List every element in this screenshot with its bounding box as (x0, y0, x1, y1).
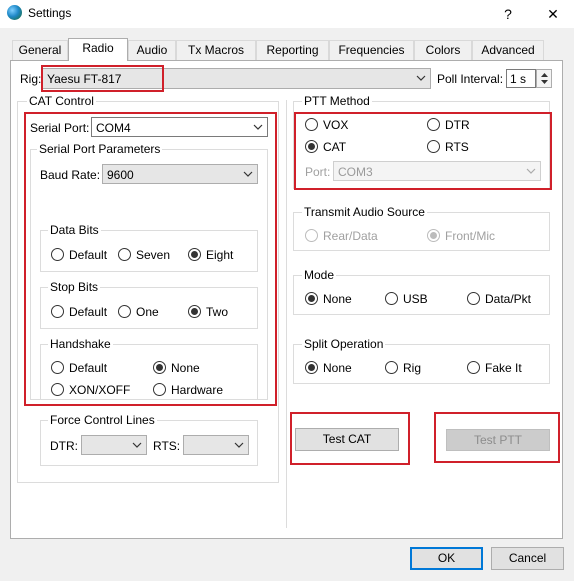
split-fake-it-label: Fake It (485, 361, 522, 375)
cat-control-title: CAT Control (27, 94, 96, 108)
mode-none-label: None (323, 292, 352, 306)
chevron-down-icon (416, 75, 426, 81)
cat-control-highlight-box (24, 112, 277, 406)
tab-advanced[interactable]: Advanced (472, 40, 544, 60)
tx-audio-rear-radio[interactable] (305, 229, 318, 242)
tx-audio-front-label: Front/Mic (445, 229, 496, 243)
tab-reporting[interactable]: Reporting (256, 40, 329, 60)
tab-general[interactable]: General (12, 40, 68, 60)
mode-usb-label: USB (403, 292, 428, 306)
spin-down-icon[interactable] (540, 79, 549, 86)
force-control-title: Force Control Lines (48, 413, 157, 427)
tab-radio[interactable]: Radio (68, 38, 128, 61)
dtr-select[interactable] (81, 435, 147, 455)
rig-highlight-box (41, 65, 164, 92)
tx-audio-title: Transmit Audio Source (302, 205, 427, 219)
ptt-method-title: PTT Method (302, 94, 372, 108)
poll-interval-spinner[interactable] (536, 69, 552, 88)
mode-usb-radio[interactable] (385, 292, 398, 305)
test-ptt-highlight-box (434, 412, 560, 463)
test-cat-highlight-box (290, 412, 410, 465)
poll-interval-input[interactable]: 1 s (506, 69, 536, 88)
split-none-label: None (323, 361, 352, 375)
help-button[interactable]: ? (495, 3, 521, 25)
cancel-button[interactable]: Cancel (491, 547, 564, 570)
spin-up-icon[interactable] (540, 71, 549, 78)
split-fake-it-radio[interactable] (467, 361, 480, 374)
chevron-down-icon (234, 442, 244, 448)
poll-interval-value: 1 s (510, 72, 527, 86)
dtr-label: DTR: (50, 439, 78, 453)
mode-title: Mode (302, 268, 337, 282)
mode-none-radio[interactable] (305, 292, 318, 305)
split-rig-label: Rig (403, 361, 422, 375)
title-bar (0, 0, 574, 28)
mode-data-pkt-radio[interactable] (467, 292, 480, 305)
window-title: Settings (28, 6, 72, 20)
rig-label: Rig: (20, 72, 42, 86)
mode-data-pkt-label: Data/Pkt (485, 292, 532, 306)
poll-interval-label: Poll Interval: (437, 72, 504, 86)
tx-audio-front-radio[interactable] (427, 229, 440, 242)
tab-frequencies[interactable]: Frequencies (329, 40, 414, 60)
ptt-method-highlight-box (294, 112, 552, 190)
tx-audio-rear-label: Rear/Data (323, 229, 378, 243)
tab-tx-macros[interactable]: Tx Macros (176, 40, 256, 60)
chevron-down-icon (132, 442, 142, 448)
app-globe-icon (7, 5, 22, 20)
ok-button[interactable]: OK (410, 547, 483, 570)
column-divider (286, 100, 287, 528)
tab-colors[interactable]: Colors (414, 40, 472, 60)
split-rig-radio[interactable] (385, 361, 398, 374)
rts-label: RTS: (153, 439, 181, 453)
close-button[interactable]: ✕ (540, 3, 566, 25)
split-none-radio[interactable] (305, 361, 318, 374)
tab-audio[interactable]: Audio (128, 40, 176, 60)
rts-select[interactable] (183, 435, 249, 455)
split-operation-title: Split Operation (302, 337, 386, 351)
